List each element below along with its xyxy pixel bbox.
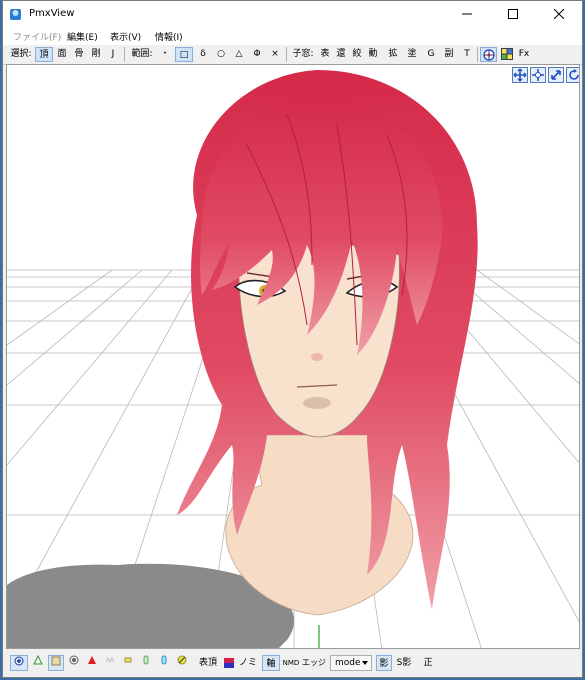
menu-info[interactable]: 情報(I) — [155, 30, 183, 43]
triangle-icon — [88, 656, 96, 664]
menu-file[interactable]: ファイル(F) — [13, 30, 61, 43]
bone-display-toggle[interactable] — [120, 655, 136, 671]
maximize-button[interactable] — [490, 1, 536, 27]
mode-select[interactable]: mode — [330, 655, 372, 671]
record-icon — [69, 655, 79, 665]
view-mode-button[interactable] — [10, 655, 28, 671]
axis-toggle-button[interactable] — [480, 47, 497, 62]
bone-icon — [124, 657, 132, 663]
range-clear-button[interactable]: × — [267, 47, 283, 62]
select-label: 選択: — [10, 49, 32, 59]
range-point-button[interactable]: ・ — [158, 47, 172, 62]
bottom-toolbar: 表頂 ノミ 軸 NMD エッジ mode 影 S影 正 — [6, 652, 580, 674]
move-arrows-icon — [513, 68, 527, 82]
axis-button[interactable]: 軸 — [262, 655, 280, 671]
grid-icon — [500, 48, 513, 60]
pmxview-window: PmxView ファイル(F) 編集(E) 表示(V) 情報(I) 選択: 頂 … — [2, 0, 583, 678]
menu-bar: ファイル(F) 編集(E) 表示(V) 情報(I) — [3, 27, 582, 46]
nmd-button[interactable]: NMD — [282, 655, 300, 671]
material-toggle[interactable] — [84, 655, 100, 671]
crosshair-icon — [482, 49, 495, 61]
select-rigid-button[interactable]: 剛 — [88, 47, 104, 62]
wire-icon — [33, 654, 43, 665]
zoom-arrow-icon — [551, 70, 561, 80]
app-icon — [10, 9, 21, 20]
alpha-icon — [105, 656, 115, 664]
subwindow-button-g[interactable]: G — [424, 47, 438, 62]
capsule-icon — [143, 655, 149, 665]
select-vertex-button[interactable]: 頂 — [35, 47, 53, 62]
color-swatch-icon — [224, 658, 234, 668]
subwindow-button-3[interactable]: 絞 — [350, 47, 364, 62]
rotate-icon — [569, 69, 579, 80]
menu-view[interactable]: 表示(V) — [110, 30, 141, 43]
record-toggle[interactable] — [66, 655, 82, 671]
front-view-button[interactable]: 正 — [420, 655, 436, 671]
toolbar: 選択: 頂 面 骨 剛 J 範囲: ・ □ δ ○ △ Φ × 子窓: 表 還 … — [3, 45, 582, 65]
camera-rotate-button[interactable] — [566, 67, 579, 83]
joint-display-toggle[interactable] — [156, 655, 172, 671]
subwindow-button-5[interactable]: 拡 — [386, 47, 400, 62]
select-joint-button[interactable]: J — [105, 47, 121, 62]
rigid-display-toggle[interactable] — [138, 655, 154, 671]
window-title: PmxView — [29, 8, 75, 19]
range-delta-button[interactable]: δ — [195, 47, 211, 62]
range-rect-button[interactable]: □ — [175, 47, 193, 62]
minimize-icon — [462, 13, 472, 15]
camera-pan-button[interactable] — [530, 67, 546, 83]
title-bar: PmxView — [3, 1, 582, 27]
camera-move-button[interactable] — [512, 67, 528, 83]
shadow-button[interactable]: 影 — [376, 655, 392, 671]
3d-viewport[interactable] — [6, 64, 580, 649]
fx-button[interactable]: Fx — [515, 47, 533, 62]
physics-toggle[interactable] — [174, 655, 190, 671]
subwindow-table-button[interactable]: 表 — [318, 47, 332, 62]
chevron-down-icon — [362, 661, 368, 665]
nomi-button[interactable]: ノミ — [238, 655, 258, 671]
toolbar-divider — [477, 47, 478, 62]
model-nose — [311, 353, 323, 361]
subwindow-button-4[interactable]: 動 — [366, 47, 380, 62]
toolbar-divider — [124, 47, 125, 62]
subwindow-button-2[interactable]: 還 — [334, 47, 348, 62]
range-label: 範囲: — [131, 49, 153, 59]
physics-icon — [177, 655, 187, 665]
select-face-button[interactable]: 面 — [54, 47, 70, 62]
range-phi-button[interactable]: Φ — [249, 47, 265, 62]
edge-button[interactable]: エッジ — [302, 655, 326, 671]
select-bone-button[interactable]: 骨 — [71, 47, 87, 62]
subwindow-button-t[interactable]: T — [460, 47, 474, 62]
table-vertex-button[interactable]: 表頂 — [196, 655, 220, 671]
mode-select-value: mode — [335, 658, 361, 668]
close-icon — [554, 9, 564, 19]
target-icon — [14, 656, 24, 666]
maximize-icon — [508, 9, 518, 19]
menu-edit[interactable]: 編集(E) — [67, 30, 98, 43]
color-swatch-button[interactable] — [222, 655, 236, 674]
subwindow-label: 子窓: — [292, 49, 314, 59]
minimize-button[interactable] — [444, 1, 490, 27]
pan-arrows-icon — [532, 69, 544, 81]
texture-toggle[interactable] — [48, 655, 64, 671]
scene-canvas[interactable] — [7, 65, 580, 649]
subwindow-button-6[interactable]: 塗 — [405, 47, 419, 62]
model-chin-shadow — [303, 397, 331, 409]
range-circle-button[interactable]: ○ — [213, 47, 229, 62]
texture-icon — [51, 656, 61, 666]
grid-toggle-button[interactable] — [499, 47, 514, 63]
self-shadow-button[interactable]: S影 — [394, 655, 414, 671]
alpha-toggle[interactable] — [102, 655, 118, 671]
joint-icon — [161, 655, 167, 665]
toolbar-divider — [286, 47, 287, 62]
wireframe-toggle[interactable] — [30, 654, 46, 671]
camera-zoom-button[interactable] — [548, 67, 564, 83]
close-button[interactable] — [536, 1, 582, 27]
subwindow-button-8[interactable]: 副 — [442, 47, 456, 62]
range-triangle-button[interactable]: △ — [231, 47, 247, 62]
